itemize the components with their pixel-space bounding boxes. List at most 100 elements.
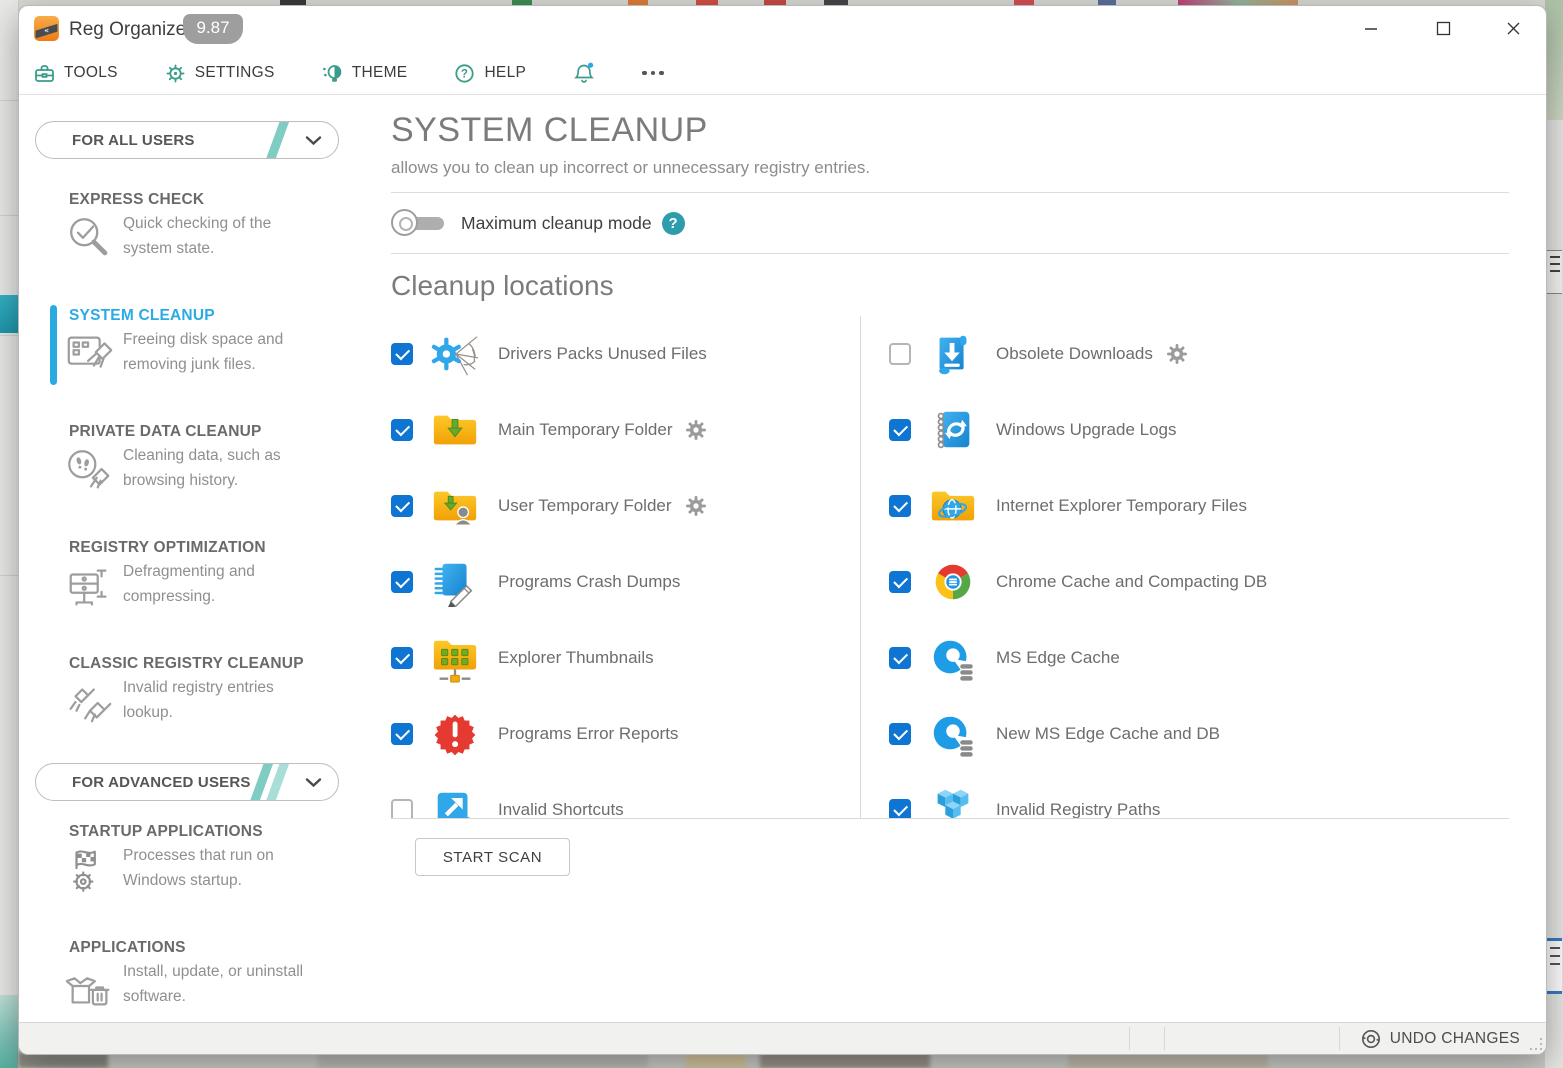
cleanup-item-error-reports: Programs Error Reports <box>391 696 860 772</box>
background-right-glyph <box>1546 938 1562 994</box>
sidebar-item-title: CLASSIC REGISTRY CLEANUP <box>69 655 371 673</box>
system-cleanup-icon <box>63 328 117 387</box>
cleanup-item-label: Windows Upgrade Logs <box>996 420 1176 440</box>
maximize-button[interactable] <box>1428 16 1458 40</box>
sidebar-item-express-check[interactable]: EXPRESS CHECK Quick checking of the syst… <box>19 191 371 271</box>
menu-help[interactable]: ? HELP <box>453 62 526 85</box>
notification-dot <box>588 63 593 68</box>
undo-icon <box>1360 1028 1382 1050</box>
group-for-all-users[interactable]: FOR ALL USERS <box>35 121 339 159</box>
app-logo-icon <box>33 15 60 42</box>
checkbox[interactable] <box>889 495 911 517</box>
active-indicator <box>50 305 57 385</box>
cleanup-item-chrome-cache: Chrome Cache and Compacting DB <box>889 544 1509 620</box>
sidebar-item-title: REGISTRY OPTIMIZATION <box>69 539 371 557</box>
toggle-knob <box>391 209 418 236</box>
checkbox[interactable] <box>889 343 911 365</box>
sidebar-item-desc: Install, update, or uninstall software. <box>123 960 323 1019</box>
max-cleanup-label: Maximum cleanup mode <box>461 213 652 234</box>
help-icon[interactable]: ? <box>662 212 685 235</box>
explorer-thumbnails-icon <box>430 633 480 683</box>
cleanup-item-label: New MS Edge Cache and DB <box>996 724 1220 744</box>
sidebar-item-private-data-cleanup[interactable]: PRIVATE DATA CLEANUP Cleanin <box>19 423 371 503</box>
menubar: TOOLS SETTINGS T <box>19 52 1546 95</box>
checkbox[interactable] <box>889 571 911 593</box>
sidebar-item-classic-registry-cleanup[interactable]: CLASSIC REGISTRY CLEANUP Invalid registr… <box>19 655 371 735</box>
cleanup-item-windows-upgrade-logs: Windows Upgrade Logs <box>889 392 1509 468</box>
sidebar-item-applications[interactable]: APPLICATIONS Install, update, or uninsta… <box>19 939 371 1019</box>
menu-help-label: HELP <box>484 64 526 82</box>
max-cleanup-row: Maximum cleanup mode ? <box>391 193 1509 253</box>
checkbox[interactable] <box>391 799 413 819</box>
statusbar-cell-divider <box>1164 1027 1165 1050</box>
theme-lightbulb-icon <box>321 62 344 85</box>
titlebar: Reg Organizer 9.87 <box>19 6 1546 52</box>
sidebar-item-desc: Invalid registry entries lookup. <box>123 676 323 735</box>
group-label: FOR ALL USERS <box>72 132 195 149</box>
group-for-advanced-users[interactable]: FOR ADVANCED USERS <box>35 763 339 801</box>
ms-edge-cache-icon <box>928 633 978 683</box>
more-menu-button[interactable] <box>642 71 664 76</box>
checkbox[interactable] <box>889 647 911 669</box>
cleanup-item-drivers-packs: Drivers Packs Unused Files <box>391 316 860 392</box>
chevron-down-icon <box>305 775 322 793</box>
start-scan-button[interactable]: START SCAN <box>415 838 570 876</box>
gear-icon[interactable] <box>686 420 706 440</box>
menu-theme[interactable]: THEME <box>321 62 408 85</box>
page-title: SYSTEM CLEANUP <box>391 111 1509 150</box>
checkbox[interactable] <box>889 799 911 819</box>
cleanup-column-right: Obsolete Downloads <box>861 316 1509 819</box>
gear-icon <box>164 62 187 85</box>
cleanup-item-main-temp-folder: Main Temporary Folder <box>391 392 860 468</box>
gear-icon[interactable] <box>1167 344 1187 364</box>
minimize-button[interactable] <box>1356 16 1386 40</box>
close-button[interactable] <box>1498 16 1528 40</box>
undo-changes-button[interactable]: UNDO CHANGES <box>1360 1023 1520 1054</box>
section-title: Cleanup locations <box>391 270 1509 302</box>
checkbox[interactable] <box>391 495 413 517</box>
sidebar-item-desc: Processes that run on Windows startup. <box>123 844 323 903</box>
checkbox[interactable] <box>391 343 413 365</box>
menu-tools-label: TOOLS <box>64 64 118 82</box>
cleanup-item-label: Invalid Registry Paths <box>996 800 1160 819</box>
menu-settings[interactable]: SETTINGS <box>164 62 275 85</box>
cleanup-item-label: Main Temporary Folder <box>498 420 672 440</box>
startup-applications-icon <box>63 844 117 903</box>
statusbar-cell-divider <box>1339 1027 1340 1050</box>
sidebar-item-registry-optimization[interactable]: REGISTRY OPTIMIZATION Defragmenting and … <box>19 539 371 619</box>
menu-tools[interactable]: TOOLS <box>33 62 118 85</box>
gear-icon[interactable] <box>686 496 706 516</box>
sidebar-item-desc: Quick checking of the system state. <box>123 212 323 271</box>
cleanup-item-label: Internet Explorer Temporary Files <box>996 496 1247 516</box>
checkbox[interactable] <box>391 419 413 441</box>
checkbox[interactable] <box>391 571 413 593</box>
checkbox[interactable] <box>889 723 911 745</box>
express-check-icon <box>63 212 117 271</box>
cleanup-item-user-temp-folder: User Temporary Folder <box>391 468 860 544</box>
cleanup-locations-grid: Drivers Packs Unused Files <box>391 316 1509 819</box>
cleanup-item-label: Programs Crash Dumps <box>498 572 680 592</box>
checkbox[interactable] <box>391 647 413 669</box>
cleanup-item-explorer-thumbnails: Explorer Thumbnails <box>391 620 860 696</box>
main-content: SYSTEM CLEANUP allows you to clean up in… <box>371 95 1546 1027</box>
sidebar-item-system-cleanup[interactable]: SYSTEM CLEANUP Freeing disk space and re… <box>19 307 371 387</box>
cleanup-item-label: Chrome Cache and Compacting DB <box>996 572 1267 592</box>
notifications-bell[interactable] <box>572 61 596 85</box>
statusbar-cell-divider <box>1129 1027 1130 1050</box>
menu-theme-label: THEME <box>352 64 408 82</box>
cleanup-item-label: Programs Error Reports <box>498 724 678 744</box>
max-cleanup-toggle[interactable] <box>391 208 449 238</box>
cleanup-item-label: Drivers Packs Unused Files <box>498 344 707 364</box>
sidebar-item-title: APPLICATIONS <box>69 939 371 957</box>
checkbox[interactable] <box>889 419 911 441</box>
checkbox[interactable] <box>391 723 413 745</box>
sidebar-item-startup-applications[interactable]: STARTUP APPLICATIONS <box>19 823 371 903</box>
background-right-glyph <box>1546 250 1562 294</box>
sidebar-item-title: SYSTEM CLEANUP <box>69 307 371 325</box>
cleanup-item-label: Explorer Thumbnails <box>498 648 654 668</box>
chevron-down-icon <box>305 133 322 151</box>
statusbar: UNDO CHANGES <box>19 1022 1546 1054</box>
sidebar-item-title: STARTUP APPLICATIONS <box>69 823 371 841</box>
user-temp-folder-icon <box>430 481 480 531</box>
resize-grip[interactable] <box>1530 1038 1542 1050</box>
